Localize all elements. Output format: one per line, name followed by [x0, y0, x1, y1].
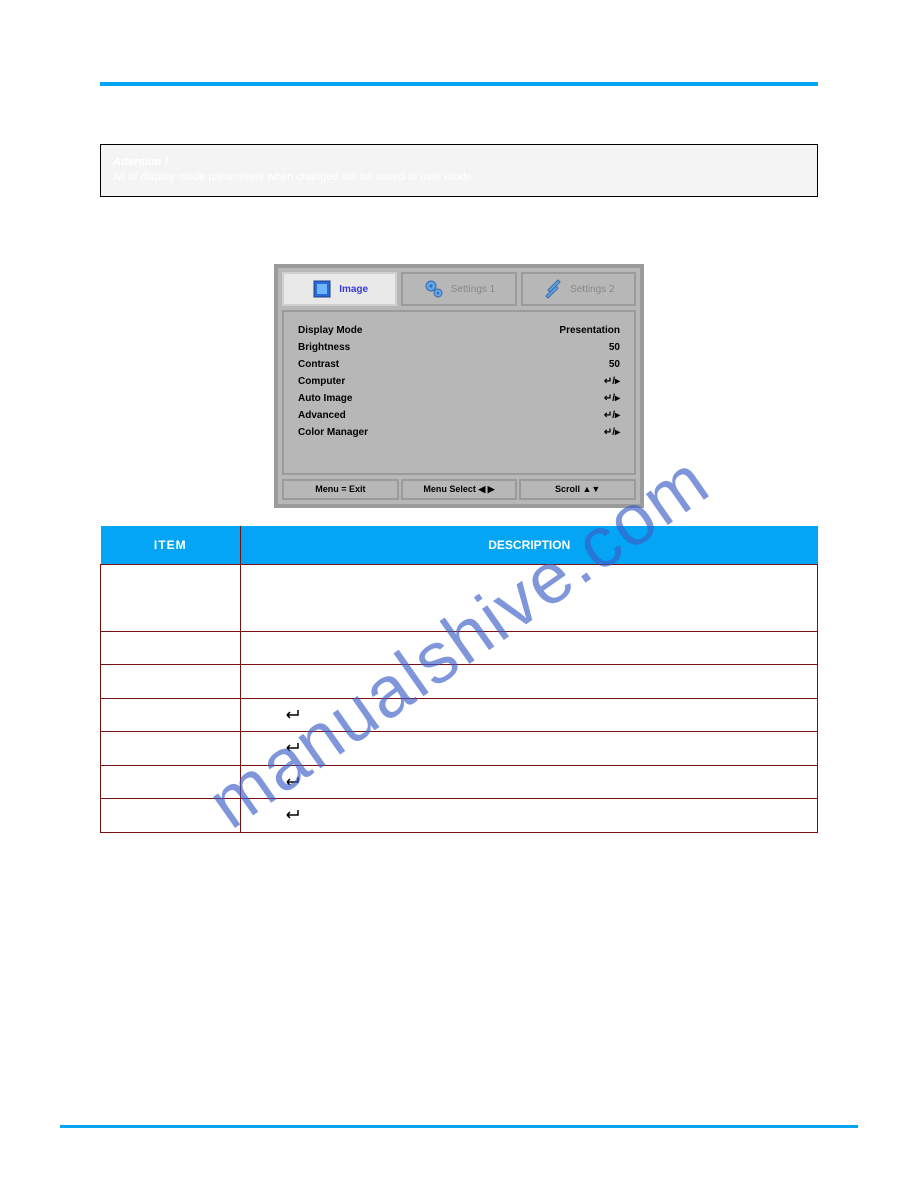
- table-desc-note: (Default: When the input signal is a dat…: [251, 592, 805, 621]
- osd-row[interactable]: Brightness 50: [298, 339, 620, 356]
- table-desc: Press the cursor ◄► button to enter and …: [241, 565, 818, 632]
- osd-row-value: Presentation: [559, 325, 620, 336]
- table-row: Advanced Press (Enter) / ► to enter the …: [101, 765, 818, 799]
- table-header-desc: DESCRIPTION: [241, 526, 818, 565]
- table-desc: Press (Enter) / ► to enter the Color Man…: [241, 799, 818, 833]
- osd-tab-label: Image: [339, 284, 368, 295]
- instructions-text: Press the MENU button to open the OSD me…: [60, 209, 858, 243]
- table-desc-link: Color Manager: [710, 809, 783, 821]
- page-number-value: 27: [453, 1140, 465, 1152]
- table-desc: Press (Enter) / ► for automatic adjustme…: [241, 732, 818, 766]
- osd-body: Display Mode Presentation Brightness 50 …: [282, 310, 636, 475]
- table-desc: Press (Enter) / ► to enter the Advanced …: [241, 765, 818, 799]
- osd-row-label: Display Mode: [298, 325, 362, 336]
- table-row: Color Manager Press (Enter) / ► to enter…: [101, 799, 818, 833]
- table-row: Brightness Press the cursor ◄► button to…: [101, 631, 818, 665]
- enter-icon: [282, 776, 300, 788]
- enter-icon: [282, 809, 300, 821]
- osd-row-label: Brightness: [298, 342, 350, 353]
- osd-row[interactable]: Contrast 50: [298, 356, 620, 373]
- osd-row-label: Computer: [298, 376, 345, 387]
- osd-tabs: Image Settings 1: [278, 268, 640, 310]
- osd-footer-scroll[interactable]: Scroll ▲▼: [519, 479, 636, 500]
- attention-text: All of display mode parameters when chan…: [113, 170, 805, 185]
- page-header-title: DLP Projector—User's Manual: [60, 40, 858, 62]
- table-desc-pre: Press: [251, 809, 282, 821]
- table-item: Display Mode: [101, 565, 241, 632]
- table-desc-tail: .: [651, 709, 654, 721]
- table-row: Computer Press (Enter) / ► to enter the …: [101, 698, 818, 732]
- attention-label: Attention !: [113, 156, 168, 168]
- osd-row-label: Advanced: [298, 410, 346, 421]
- page-number: — 27 —: [0, 1140, 918, 1152]
- osd-row-label: Color Manager: [298, 427, 368, 438]
- osd-tab-image[interactable]: Image: [282, 272, 397, 306]
- osd-row-label: Auto Image: [298, 393, 352, 404]
- table-desc-post: (Enter) / ► to enter the Color Manager m…: [303, 809, 710, 821]
- osd-row-value: 50: [609, 359, 620, 370]
- table-desc-pre: Press: [251, 776, 282, 788]
- table-desc-tail: .: [786, 809, 789, 821]
- attention-box: Attention ! All of display mode paramete…: [100, 144, 818, 197]
- image-icon: [311, 278, 333, 300]
- osd-row[interactable]: Auto Image ↵/▸: [298, 390, 620, 407]
- table-item: Color Manager: [101, 799, 241, 833]
- osd-panel: Image Settings 1: [274, 264, 644, 508]
- osd-row-value: 50: [609, 342, 620, 353]
- osd-row[interactable]: Color Manager ↵/▸: [298, 424, 620, 441]
- table-header-item: ITEM: [101, 526, 241, 565]
- table-item: Advanced: [101, 765, 241, 799]
- table-item: Auto Image: [101, 732, 241, 766]
- osd-tab-settings2[interactable]: Settings 2: [521, 272, 636, 306]
- table-desc-link: Advanced Feature: [526, 776, 616, 788]
- table-desc-tail: on page 29.: [619, 776, 677, 788]
- osd-row-value: ↵/▸: [604, 393, 620, 404]
- table-desc-post: (Enter) / ► to enter the Computer menu. …: [303, 709, 569, 721]
- table-desc-pre: Press: [251, 742, 282, 754]
- osd-row-label: Contrast: [298, 359, 339, 370]
- description-table: ITEM DESCRIPTION Display Mode Press the …: [100, 526, 818, 833]
- section-title: Image Menu: [60, 116, 858, 144]
- osd-footer: Menu = Exit Menu Select ◀ ▶ Scroll ▲▼: [282, 479, 636, 500]
- enter-icon: [282, 709, 300, 721]
- osd-tab-label: Settings 1: [451, 284, 495, 295]
- osd-row[interactable]: Advanced ↵/▸: [298, 407, 620, 424]
- table-desc: Press the cursor ◄► button to enter and …: [241, 665, 818, 699]
- table-desc: Press the cursor ◄► button to enter and …: [241, 631, 818, 665]
- bottom-rule: [60, 1125, 858, 1128]
- table-desc-link: Computer Menu: [569, 709, 648, 721]
- table-row: Display Mode Press the cursor ◄► button …: [101, 565, 818, 632]
- osd-tab-label: Settings 2: [570, 284, 614, 295]
- osd-row-value: ↵/▸: [604, 376, 620, 387]
- top-rule: [100, 82, 818, 86]
- table-desc-post: (Enter) / ► for automatic adjustment of …: [303, 742, 648, 754]
- osd-row-value: ↵/▸: [604, 427, 620, 438]
- osd-footer-select[interactable]: Menu Select ◀ ▶: [401, 479, 518, 500]
- osd-row-value: ↵/▸: [604, 410, 620, 421]
- gear-icon: [423, 278, 445, 300]
- table-item: Contrast: [101, 665, 241, 699]
- tools-icon: [542, 278, 564, 300]
- table-desc-post: (Enter) / ► to enter the Advanced menu. …: [303, 776, 526, 788]
- enter-icon: [282, 742, 300, 754]
- table-item: Brightness: [101, 631, 241, 665]
- osd-row[interactable]: Display Mode Presentation: [298, 322, 620, 339]
- table-desc-text: Press the cursor ◄► button to enter and …: [251, 575, 560, 587]
- table-desc: Press (Enter) / ► to enter the Computer …: [241, 698, 818, 732]
- table-desc-pre: Press: [251, 709, 282, 721]
- table-row: Auto Image Press (Enter) / ► for automat…: [101, 732, 818, 766]
- osd-tab-settings1[interactable]: Settings 1: [401, 272, 516, 306]
- osd-footer-exit[interactable]: Menu = Exit: [282, 479, 399, 500]
- table-item: Computer: [101, 698, 241, 732]
- table-row: Contrast Press the cursor ◄► button to e…: [101, 665, 818, 699]
- osd-row[interactable]: Computer ↵/▸: [298, 373, 620, 390]
